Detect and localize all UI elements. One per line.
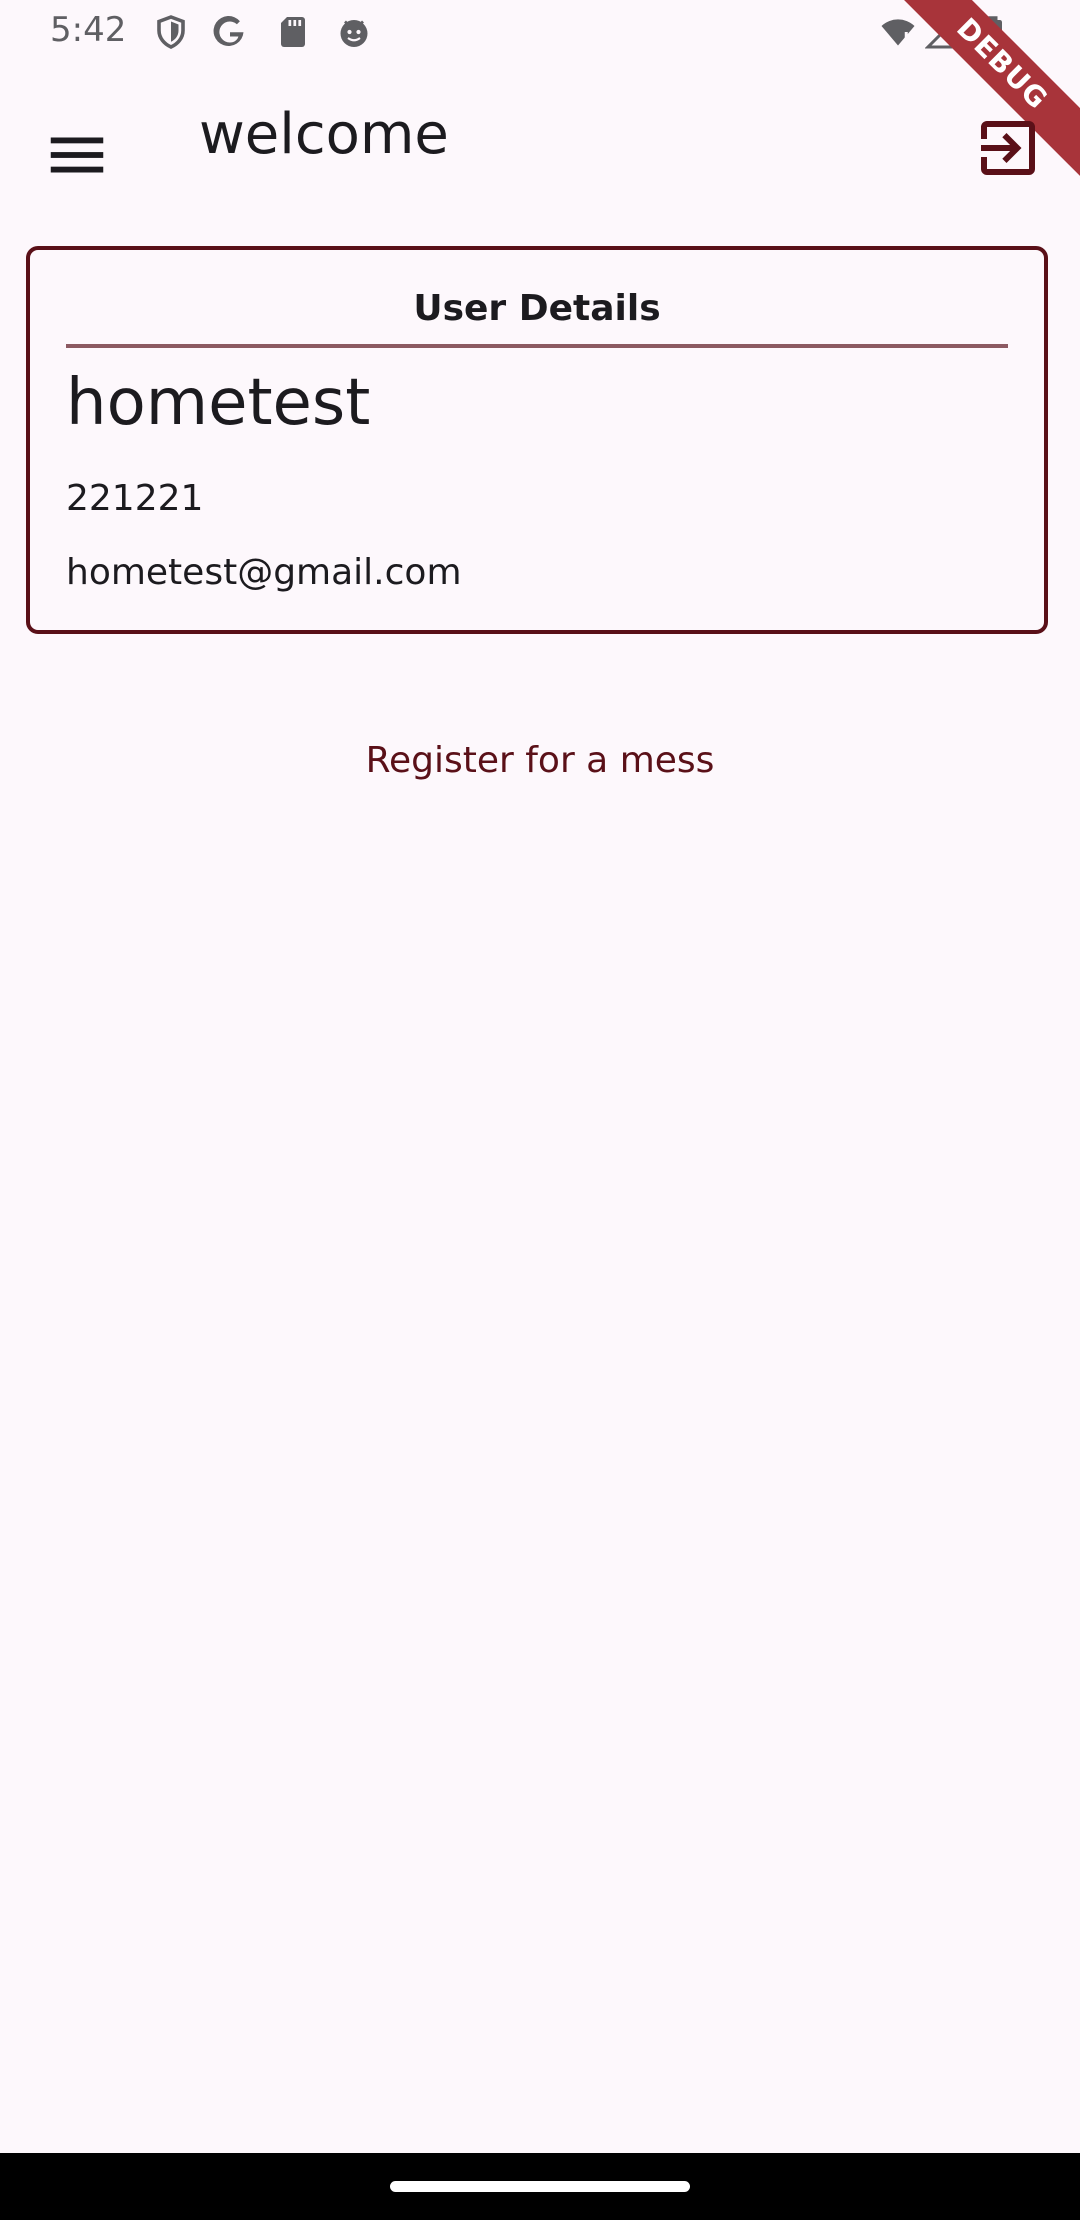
google-icon bbox=[212, 14, 248, 50]
wifi-alert-icon bbox=[880, 14, 916, 50]
user-id: 221221 bbox=[66, 478, 204, 519]
sd-card-icon bbox=[275, 14, 311, 50]
status-time: 5:42 bbox=[50, 10, 127, 50]
home-gesture-handle[interactable] bbox=[390, 2181, 690, 2192]
app-bar: welcome bbox=[0, 66, 1080, 216]
user-details-card: User Details hometest 221221 hometest@gm… bbox=[26, 246, 1048, 634]
shield-icon bbox=[153, 14, 189, 50]
user-name: hometest bbox=[66, 366, 371, 440]
navigation-bar bbox=[0, 2153, 1080, 2220]
card-divider bbox=[66, 344, 1008, 348]
android-face-icon bbox=[336, 14, 372, 50]
user-email: hometest@gmail.com bbox=[66, 552, 462, 593]
card-heading: User Details bbox=[413, 288, 661, 329]
page-title: welcome bbox=[199, 102, 449, 167]
hamburger-menu-icon[interactable] bbox=[42, 120, 112, 190]
register-mess-button[interactable]: Register for a mess bbox=[340, 720, 740, 800]
logout-icon[interactable] bbox=[972, 112, 1044, 184]
